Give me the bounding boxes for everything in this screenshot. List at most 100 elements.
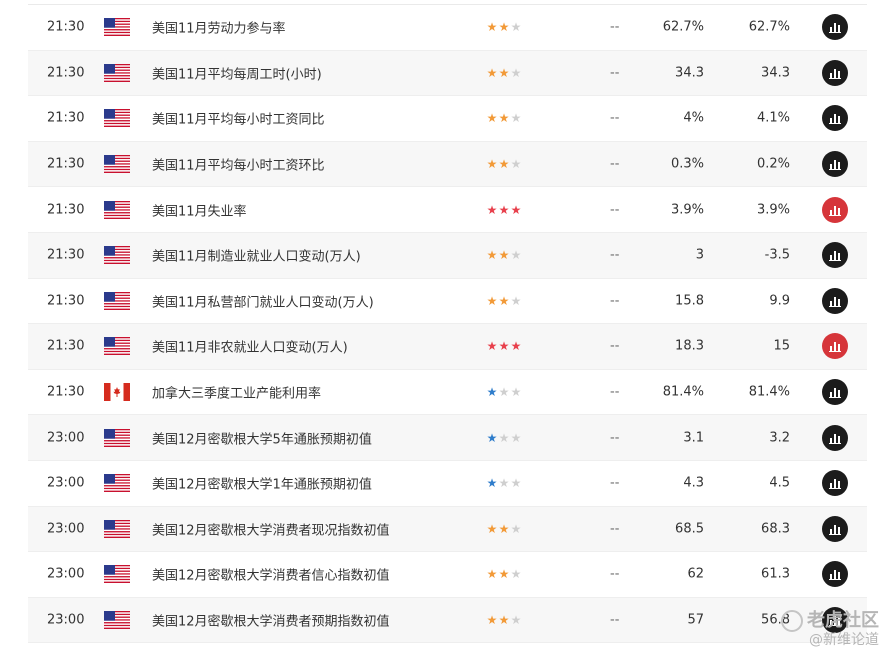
star-icon: ★	[498, 65, 510, 80]
chart-button[interactable]	[822, 424, 848, 451]
table-row[interactable]: 21:30 美国11月制造业就业人口变动(万人) ★★★ -- 3 -3.5	[28, 232, 867, 279]
chart-button[interactable]	[822, 242, 848, 269]
us-flag-icon	[104, 200, 130, 219]
table-row[interactable]: 23:00 美国12月密歇根大学消费者现况指数初值 ★★★ -- 68.5 68…	[28, 506, 867, 553]
star-icon: ★	[486, 385, 498, 400]
previous-value: --	[610, 65, 620, 81]
bar-chart-icon	[828, 203, 842, 217]
previous-value: --	[610, 110, 620, 126]
forecast-value: 3.1	[683, 430, 704, 446]
previous-value: --	[610, 338, 620, 354]
forecast-value: 62	[687, 566, 704, 582]
star-icon: ★	[498, 476, 510, 491]
table-row[interactable]: 21:30 美国11月私营部门就业人口变动(万人) ★★★ -- 15.8 9.…	[28, 279, 867, 325]
table-row[interactable]: 21:30 美国11月失业率 ★★★ -- 3.9% 3.9%	[28, 187, 867, 233]
previous-value: --	[610, 612, 620, 628]
actual-value: 61.3	[761, 566, 790, 582]
star-icon: ★	[498, 111, 510, 126]
event-time: 21:30	[47, 293, 85, 309]
chart-button[interactable]	[822, 379, 848, 406]
star-icon: ★	[486, 521, 498, 536]
event-time: 21:30	[47, 65, 85, 81]
table-row[interactable]: 21:30 美国11月平均每小时工资同比 ★★★ -- 4% 4.1%	[28, 96, 867, 142]
previous-value: --	[610, 293, 620, 309]
importance-stars: ★★★	[486, 432, 522, 444]
table-row[interactable]: 23:00 美国12月密歇根大学5年通胀预期初值 ★★★ -- 3.1 3.2	[28, 415, 867, 461]
event-time: 21:30	[47, 156, 85, 172]
actual-value: 15	[773, 338, 790, 354]
event-name: 美国11月制造业就业人口变动(万人)	[152, 249, 361, 265]
actual-value: 81.4%	[748, 384, 790, 400]
bar-chart-icon	[828, 20, 842, 34]
actual-value: -3.5	[764, 247, 790, 263]
previous-value: --	[610, 521, 620, 537]
event-name: 美国11月失业率	[152, 204, 247, 220]
actual-value: 62.7%	[748, 19, 790, 35]
chart-button[interactable]	[822, 14, 848, 41]
event-time: 21:30	[47, 247, 85, 263]
chart-button[interactable]	[822, 151, 848, 178]
importance-stars: ★★★	[486, 477, 522, 489]
event-name: 美国11月非农就业人口变动(万人)	[152, 340, 348, 356]
bar-chart-icon	[828, 248, 842, 262]
star-icon: ★	[498, 20, 510, 35]
star-icon: ★	[486, 20, 498, 35]
importance-stars: ★★★	[486, 204, 522, 216]
previous-value: --	[610, 247, 620, 263]
star-icon: ★	[510, 430, 522, 445]
forecast-value: 81.4%	[662, 384, 704, 400]
chart-button[interactable]	[822, 561, 848, 588]
previous-value: --	[610, 384, 620, 400]
event-time: 23:00	[47, 430, 85, 446]
forecast-value: 3.9%	[670, 202, 704, 218]
us-flag-icon	[104, 246, 130, 265]
us-flag-icon	[104, 519, 130, 538]
table-row[interactable]: 21:30 加拿大三季度工业产能利用率 ★★★ -- 81.4% 81.4%	[28, 370, 867, 416]
table-row[interactable]: 21:30 美国11月非农就业人口变动(万人) ★★★ -- 18.3 15	[28, 324, 867, 370]
table-row[interactable]: 21:30 美国11月劳动力参与率 ★★★ -- 62.7% 62.7%	[28, 5, 867, 51]
event-time: 23:00	[47, 566, 85, 582]
star-icon: ★	[486, 567, 498, 582]
chart-button[interactable]	[822, 59, 848, 86]
actual-value: 4.5	[769, 475, 790, 491]
star-icon: ★	[486, 202, 498, 217]
table-row[interactable]: 21:30 美国11月平均每小时工资环比 ★★★ -- 0.3% 0.2%	[28, 141, 867, 188]
event-name: 美国11月平均每小时工资同比	[152, 112, 325, 128]
event-name: 美国11月劳动力参与率	[152, 21, 286, 37]
star-icon: ★	[498, 385, 510, 400]
importance-stars: ★★★	[486, 295, 522, 307]
event-time: 21:30	[47, 19, 85, 35]
star-icon: ★	[498, 339, 510, 354]
event-name: 美国12月密歇根大学消费者信心指数初值	[152, 568, 390, 584]
importance-stars: ★★★	[486, 249, 522, 261]
forecast-value: 4.3	[683, 475, 704, 491]
chart-button[interactable]	[822, 105, 848, 132]
bar-chart-icon	[828, 66, 842, 80]
us-flag-icon	[104, 155, 130, 174]
star-icon: ★	[486, 157, 498, 172]
chart-button[interactable]	[822, 196, 848, 223]
table-row[interactable]: 21:30 美国11月平均每周工时(小时) ★★★ -- 34.3 34.3	[28, 50, 867, 97]
table-row[interactable]: 23:00 美国12月密歇根大学消费者信心指数初值 ★★★ -- 62 61.3	[28, 552, 867, 598]
chart-button[interactable]	[822, 515, 848, 542]
us-flag-icon	[104, 337, 130, 356]
canada-flag-icon	[104, 383, 130, 402]
chart-button[interactable]	[822, 470, 848, 497]
us-flag-icon	[104, 565, 130, 584]
forecast-value: 62.7%	[662, 19, 704, 35]
star-icon: ★	[486, 111, 498, 126]
star-icon: ★	[510, 293, 522, 308]
us-flag-icon	[104, 63, 130, 82]
chart-button[interactable]	[822, 333, 848, 360]
bar-chart-icon	[828, 111, 842, 125]
star-icon: ★	[510, 613, 522, 628]
table-row[interactable]: 23:00 美国12月密歇根大学消费者预期指数初值 ★★★ -- 57 56.8	[28, 597, 867, 644]
actual-value: 3.2	[769, 430, 790, 446]
event-name: 美国12月密歇根大学消费者预期指数初值	[152, 614, 390, 630]
event-name: 美国11月平均每周工时(小时)	[152, 67, 322, 83]
forecast-value: 18.3	[675, 338, 704, 354]
table-row[interactable]: 23:00 美国12月密歇根大学1年通胀预期初值 ★★★ -- 4.3 4.5	[28, 461, 867, 507]
bar-chart-icon	[828, 476, 842, 490]
importance-stars: ★★★	[486, 568, 522, 580]
chart-button[interactable]	[822, 287, 848, 314]
